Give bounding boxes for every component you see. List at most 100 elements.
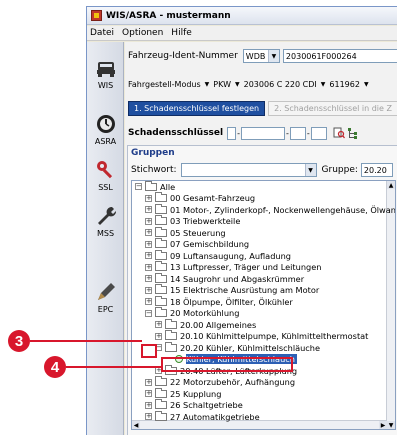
tree-item[interactable]: +25 Kupplung [145,387,221,399]
tab-step-1[interactable]: 1. Schadensschlüssel festlegen [128,101,266,116]
tree-item[interactable]: +09 Luftansaugung, Aufladung [145,249,291,261]
tree-item-label: 00 Gesamt-Fahrzeug [170,193,256,203]
damage-key-row: Schadensschlüssel - - - [125,124,397,142]
vehicle-model-dropdown[interactable]: 203006 C 220 CDI [244,80,317,89]
tree-item[interactable]: +20.10 Kühlmittelpumpe, Kühlmittelthermo… [155,330,368,342]
scroll-left-icon[interactable]: ◀ [132,421,140,429]
tree-item[interactable]: +22 Motorzubehör, Aufhängung [145,376,295,388]
tree-item[interactable]: +27 Automatikgetriebe [145,410,260,422]
expand-icon[interactable]: + [145,286,152,294]
tree-item[interactable]: +01 Motor-, Zylinderkopf-, Nockenwelleng… [145,203,395,215]
dash-separator: - [237,128,240,138]
sidebar-item-wis[interactable]: WIS [87,56,124,90]
folder-icon [155,192,167,202]
ident-label: Fahrzeug-Ident-Nummer [128,51,238,61]
expand-icon[interactable]: + [145,413,152,420]
group-tree[interactable]: ▲ ▼ ◀ ▶ − Alle +00 Gesamt-Fahrzeug +01 Moto… [131,180,396,430]
key-icon [96,161,112,179]
expand-icon[interactable]: + [145,206,152,213]
expand-icon[interactable]: + [145,298,152,305]
tree-item-label: 26 Schaltgetriebe [170,400,243,410]
tree-item[interactable]: +26 Schaltgetriebe [145,399,243,411]
folder-icon [145,181,157,191]
expand-icon[interactable]: + [145,217,152,225]
scroll-down-icon[interactable]: ▼ [387,421,395,429]
group-input[interactable]: 20.20 [360,163,393,177]
expand-icon[interactable]: + [145,275,152,282]
dash-separator: - [306,128,310,138]
app-icon [91,10,102,21]
tree-item-label: 27 Automatikgetriebe [170,411,260,422]
tree-item[interactable]: +07 Gemischbildung [145,238,249,250]
tree-item[interactable]: −20.20 Kühler, Kühlmittelschläuche [155,341,320,353]
expand-icon[interactable]: + [155,321,162,328]
tree-item[interactable]: +15 Elektrische Ausrüstung am Motor [145,284,320,296]
tree-item[interactable]: +20.00 Allgemeines [155,318,256,330]
callout-4: 4 [44,356,66,378]
tree-item-label: 15 Elektrische Ausrüstung am Motor [170,285,320,295]
ident-number-input[interactable]: 2030061F000264 [282,49,397,63]
sidebar-item-asra[interactable]: ASRA [87,112,124,146]
tree-item[interactable]: − 20 Motorkühlung [145,307,239,319]
damage-key-field-2[interactable] [241,126,285,140]
keyword-row: Stichwort: ▼ Gruppe: 20.20 [131,162,397,178]
vehicle-type-dropdown[interactable]: PKW [213,80,231,89]
callout-3: 3 [8,330,30,352]
chassis-row: Fahrgestell-Modus ▼ PKW ▼ 203006 C 220 C… [125,76,397,92]
sidebar-label-asra: ASRA [94,137,117,146]
keyword-select[interactable]: ▼ [180,163,317,177]
tree-item[interactable]: +14 Saugrohr und Abgaskrümmer [145,272,304,284]
highlight-selected-item [161,357,293,372]
step-tabs: 1. Schadensschlüssel festlegen 2. Schade… [125,100,397,117]
chevron-down-icon[interactable]: ▼ [235,81,240,88]
menu-datei[interactable]: Datei [90,28,114,38]
folder-icon [155,261,167,271]
menu-hilfe[interactable]: Hilfe [171,28,191,38]
expand-icon[interactable]: + [145,240,152,248]
folder-icon [155,215,167,225]
ident-number-value: 2030061F000264 [285,51,357,61]
expand-icon[interactable]: + [145,252,152,259]
tree-item[interactable]: +03 Triebwerkteile [145,215,240,227]
vertical-scrollbar[interactable]: ▲ ▼ [386,181,395,429]
tree-item[interactable]: +05 Steuerung [145,226,226,238]
tree-item-label: Alle [160,181,176,192]
expand-icon[interactable]: + [145,194,152,202]
tree-item[interactable]: +13 Luftpresser, Träger und Leitungen [145,261,321,273]
folder-icon [165,330,177,340]
folder-icon [155,284,167,294]
sidebar-item-mss[interactable]: MSS [87,204,124,238]
collapse-icon[interactable]: − [135,183,142,190]
tree-item[interactable]: +00 Gesamt-Fahrzeug [145,192,256,204]
chevron-down-icon[interactable]: ▼ [364,81,369,88]
expand-icon[interactable]: + [145,229,152,236]
expand-icon[interactable]: + [155,332,162,340]
damage-key-field-1[interactable] [227,126,237,140]
tree-item[interactable]: +18 Ölpumpe, Ölfilter, Ölkühler [145,295,293,307]
damage-key-field-3[interactable] [289,126,306,140]
sidebar-item-epc[interactable]: EPC [87,280,124,314]
expand-icon[interactable]: + [145,263,152,271]
menu-bar: Datei Optionen Hilfe [87,26,397,41]
damage-key-field-4[interactable] [310,126,327,140]
document-search-icon[interactable] [333,127,345,139]
ident-prefix-select[interactable]: WDB ▼ [242,49,280,63]
sidebar-item-ssl[interactable]: SSL [87,158,124,192]
expand-icon[interactable]: + [145,390,152,397]
collapse-icon[interactable]: − [145,309,152,317]
menu-optionen[interactable]: Optionen [122,28,163,38]
tree-structure-icon[interactable] [347,127,359,139]
scroll-up-icon[interactable]: ▲ [387,181,395,189]
chevron-down-icon[interactable]: ▼ [321,81,326,88]
scroll-right-icon[interactable]: ▶ [379,421,387,429]
pen-icon [97,283,115,300]
folder-icon [155,203,167,214]
expand-icon[interactable]: + [145,378,152,386]
tab-step-2[interactable]: 2. Schadensschlüssel in die Z [268,101,397,116]
engine-code-dropdown[interactable]: 611962 [329,80,360,89]
chevron-down-icon[interactable]: ▼ [205,81,210,88]
tree-item[interactable]: − Alle [135,181,175,192]
chassis-mode-dropdown[interactable]: Fahrgestell-Modus [128,80,201,89]
folder-icon [155,249,167,260]
expand-icon[interactable]: + [145,401,152,409]
